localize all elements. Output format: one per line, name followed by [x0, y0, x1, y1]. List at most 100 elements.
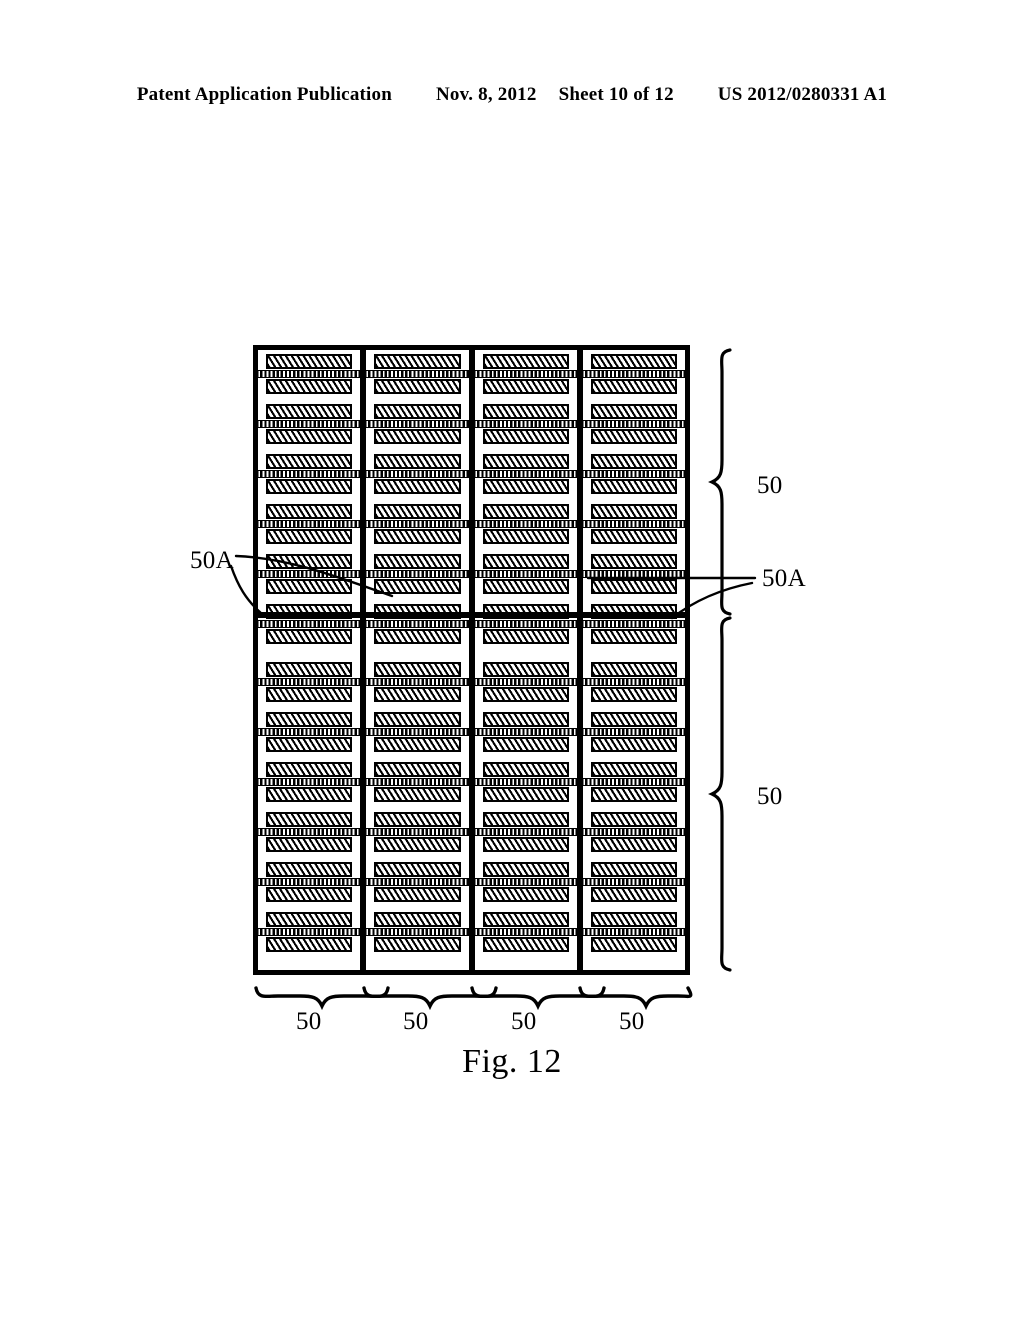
- upper-hatched-bar: [266, 712, 353, 727]
- upper-hatched-bar: [266, 762, 353, 777]
- upper-hatched-bar: [482, 454, 569, 469]
- reference-label-50-right-up: 50: [757, 472, 783, 499]
- cell-unit: [366, 602, 469, 652]
- lower-hatched-bar: [374, 629, 461, 644]
- cell-unit: [258, 810, 361, 860]
- cell-unit: [582, 402, 685, 452]
- upper-hatched-bar: [482, 354, 569, 369]
- reference-label-50a-right: 50A: [762, 565, 806, 592]
- lower-hatched-bar: [482, 937, 569, 952]
- right-brace-lower: [708, 616, 732, 972]
- stippled-connector-strip: [474, 370, 577, 378]
- stippled-connector-strip: [366, 520, 469, 528]
- stippled-connector-strip: [582, 678, 685, 686]
- cell-unit: [582, 502, 685, 552]
- lower-hatched-bar: [266, 379, 353, 394]
- stippled-connector-strip: [582, 828, 685, 836]
- cell-unit: [366, 502, 469, 552]
- upper-hatched-bar: [482, 862, 569, 877]
- lower-hatched-bar: [482, 379, 569, 394]
- lower-hatched-bar: [482, 737, 569, 752]
- cell-unit: [474, 910, 577, 960]
- cell-stack-column-1: [258, 350, 361, 970]
- cell-unit: [258, 710, 361, 760]
- stippled-connector-strip: [474, 878, 577, 886]
- cell-unit: [474, 352, 577, 402]
- cell-unit: [258, 760, 361, 810]
- lower-hatched-bar: [374, 579, 461, 594]
- upper-hatched-bar: [266, 454, 353, 469]
- upper-hatched-bar: [374, 554, 461, 569]
- stippled-connector-strip: [582, 728, 685, 736]
- upper-hatched-bar: [482, 912, 569, 927]
- device-column-4: [576, 350, 685, 970]
- stippled-connector-strip: [474, 728, 577, 736]
- stippled-connector-strip: [258, 620, 361, 628]
- cell-unit: [258, 552, 361, 602]
- stippled-connector-strip: [258, 778, 361, 786]
- cell-unit: [366, 402, 469, 452]
- upper-hatched-bar: [374, 454, 461, 469]
- stippled-connector-strip: [474, 470, 577, 478]
- upper-hatched-bar: [482, 404, 569, 419]
- lower-hatched-bar: [590, 629, 677, 644]
- cell-unit: [366, 910, 469, 960]
- stippled-connector-strip: [582, 570, 685, 578]
- upper-hatched-bar: [590, 762, 677, 777]
- upper-hatched-bar: [590, 862, 677, 877]
- upper-hatched-bar: [374, 354, 461, 369]
- lower-hatched-bar: [266, 629, 353, 644]
- stippled-connector-strip: [366, 828, 469, 836]
- upper-hatched-bar: [266, 812, 353, 827]
- cell-stack-column-2: [366, 350, 469, 970]
- stippled-connector-strip: [258, 828, 361, 836]
- right-brace-upper: [708, 348, 732, 616]
- bottom-brace-3: [470, 986, 606, 1011]
- upper-hatched-bar: [590, 454, 677, 469]
- device-column-3: [468, 350, 577, 970]
- upper-hatched-bar: [590, 662, 677, 677]
- lower-hatched-bar: [374, 687, 461, 702]
- stippled-connector-strip: [582, 928, 685, 936]
- stippled-connector-strip: [258, 420, 361, 428]
- stippled-connector-strip: [582, 778, 685, 786]
- cell-unit: [582, 602, 685, 652]
- cell-unit: [582, 760, 685, 810]
- upper-hatched-bar: [374, 762, 461, 777]
- device-cross-section-grid: [253, 345, 690, 975]
- stippled-connector-strip: [258, 520, 361, 528]
- lower-hatched-bar: [374, 379, 461, 394]
- stippled-connector-strip: [366, 370, 469, 378]
- cell-stack-column-4: [582, 350, 685, 970]
- lower-hatched-bar: [374, 787, 461, 802]
- stippled-connector-strip: [366, 728, 469, 736]
- lower-hatched-bar: [266, 837, 353, 852]
- cell-unit: [582, 710, 685, 760]
- lower-hatched-bar: [482, 529, 569, 544]
- stippled-connector-strip: [258, 928, 361, 936]
- stippled-connector-strip: [366, 620, 469, 628]
- stippled-connector-strip: [474, 570, 577, 578]
- lower-hatched-bar: [266, 579, 353, 594]
- stippled-connector-strip: [582, 420, 685, 428]
- cell-unit: [582, 552, 685, 602]
- stippled-connector-strip: [582, 520, 685, 528]
- lower-hatched-bar: [590, 479, 677, 494]
- cell-unit: [582, 910, 685, 960]
- cell-unit: [474, 810, 577, 860]
- lower-hatched-bar: [374, 737, 461, 752]
- upper-hatched-bar: [482, 712, 569, 727]
- cell-unit: [474, 710, 577, 760]
- stippled-connector-strip: [258, 470, 361, 478]
- stippled-connector-strip: [474, 678, 577, 686]
- lower-hatched-bar: [590, 687, 677, 702]
- reference-label-50-right-low: 50: [757, 783, 783, 810]
- cell-unit: [258, 402, 361, 452]
- lower-hatched-bar: [590, 937, 677, 952]
- lower-hatched-bar: [590, 429, 677, 444]
- upper-hatched-bar: [266, 504, 353, 519]
- bottom-brace-4: [578, 986, 693, 1011]
- lower-hatched-bar: [374, 429, 461, 444]
- stippled-connector-strip: [366, 928, 469, 936]
- stippled-connector-strip: [582, 620, 685, 628]
